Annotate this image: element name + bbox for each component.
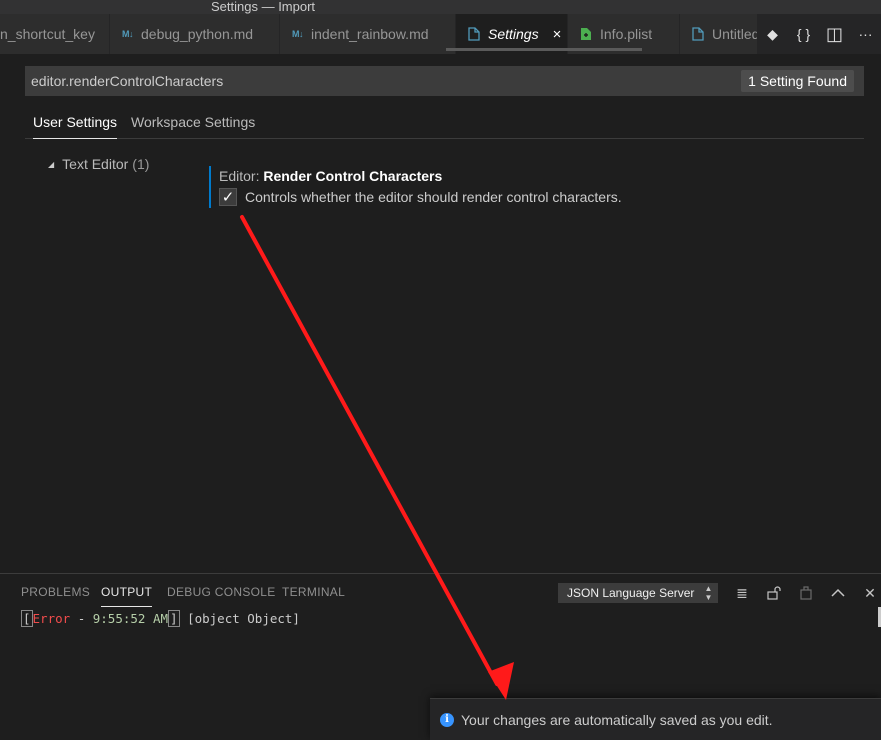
info-icon: i — [440, 712, 454, 727]
split-editor-icon[interactable]: ◫ — [819, 14, 850, 54]
setting-description: Controls whether the editor should rende… — [245, 189, 622, 205]
tab-terminal[interactable]: TERMINAL — [282, 582, 345, 607]
tab-output[interactable]: OUTPUT — [101, 582, 153, 607]
tree-item-label: Text Editor — [62, 156, 129, 172]
markdown-icon: M↓ — [122, 29, 134, 39]
plist-file-icon — [580, 27, 592, 41]
git-compare-icon[interactable]: ◆ — [757, 14, 788, 54]
window-title: Settings — Import — [211, 0, 316, 14]
output-log-line: [Error - 9:55:52 AM] [object Object] — [21, 610, 300, 627]
log-level: Error — [32, 611, 71, 626]
log-close-bracket: ] — [168, 610, 180, 627]
open-log-icon[interactable] — [795, 582, 817, 604]
tab-scroll-indicator — [446, 48, 642, 51]
tab-debug-console[interactable]: DEBUG CONSOLE — [167, 582, 276, 607]
tab-label: indent_rainbow.md — [311, 26, 429, 42]
tab-workspace-settings[interactable]: Workspace Settings — [131, 108, 255, 139]
expanded-caret-icon: ◢ — [48, 159, 55, 169]
tab-shortcut-key[interactable]: n_shortcut_key — [0, 14, 110, 54]
markdown-icon: M↓ — [292, 29, 304, 39]
tab-label: n_shortcut_key — [0, 26, 95, 42]
tab-label: Untitled — [712, 26, 760, 42]
result-count-badge: 1 Setting Found — [741, 70, 854, 92]
close-icon[interactable]: × — [553, 26, 562, 43]
search-query: editor.renderControlCharacters — [31, 73, 224, 89]
clear-output-icon[interactable]: ≣ — [731, 582, 753, 604]
setting-checkbox[interactable]: ✓ — [219, 188, 237, 206]
tree-item-count: (1) — [132, 156, 150, 172]
tab-label: Info.plist — [600, 26, 653, 42]
maximize-panel-icon[interactable] — [827, 582, 849, 604]
tab-indent-rainbow[interactable]: M↓ indent_rainbow.md — [280, 14, 456, 54]
select-arrows-icon: ▲▼ — [704, 584, 713, 602]
tab-debug-python[interactable]: M↓ debug_python.md — [110, 14, 280, 54]
tab-user-settings[interactable]: User Settings — [33, 108, 118, 139]
log-message: [object Object] — [179, 611, 300, 626]
settings-scope-tabs: User Settings Workspace Settings — [25, 108, 864, 139]
lock-scroll-icon[interactable] — [763, 582, 785, 604]
tab-label: debug_python.md — [141, 26, 254, 42]
editor-actions: ◆ { } ◫ ··· — [757, 14, 881, 54]
tab-untitled[interactable]: Untitled — [680, 14, 760, 54]
setting-name: Render Control Characters — [263, 168, 443, 184]
setting-title: Editor: Render Control Characters — [219, 168, 709, 184]
channel-value: JSON Language Server — [567, 586, 695, 600]
output-channel-select[interactable]: JSON Language Server ▲▼ — [558, 583, 718, 603]
log-open-bracket: [ — [21, 610, 33, 627]
more-actions-icon[interactable]: ··· — [850, 14, 881, 54]
log-time: 9:55:52 AM — [92, 611, 169, 626]
file-icon — [468, 27, 480, 41]
setting-render-control-characters: Editor: Render Control Characters ✓ Cont… — [209, 166, 709, 208]
notification-toast: i Your changes are automatically saved a… — [430, 698, 881, 740]
settings-tree-item-text-editor[interactable]: ◢ Text Editor (1) — [48, 156, 149, 172]
editor-tab-bar: n_shortcut_key M↓ debug_python.md M↓ ind… — [0, 14, 881, 54]
json-braces-icon[interactable]: { } — [788, 14, 819, 54]
close-panel-icon[interactable]: ✕ — [859, 582, 881, 604]
log-separator: - — [70, 611, 93, 626]
tab-label: Settings — [488, 26, 539, 42]
setting-category: Editor: — [219, 168, 260, 184]
notification-message: Your changes are automatically saved as … — [461, 711, 773, 728]
title-bar: Settings — Import — [0, 0, 881, 14]
settings-search-input[interactable]: editor.renderControlCharacters 1 Setting… — [25, 66, 864, 96]
file-icon — [692, 27, 704, 41]
tab-problems[interactable]: PROBLEMS — [21, 582, 90, 607]
